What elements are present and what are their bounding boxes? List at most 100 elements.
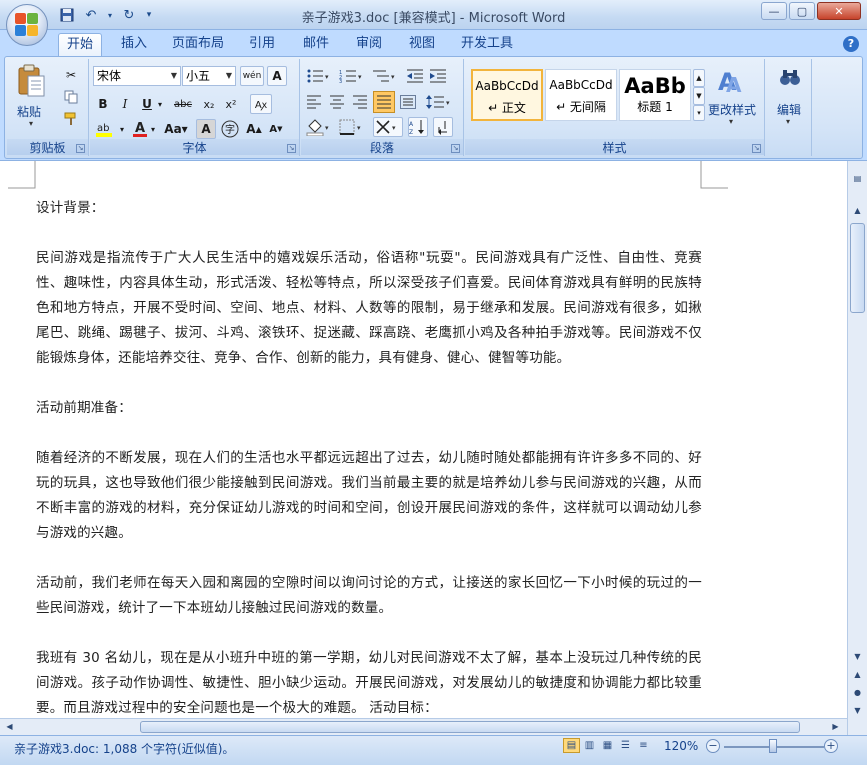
clear-formatting-icon[interactable]: Aꭗ	[250, 94, 272, 114]
distributed-icon[interactable]	[398, 92, 418, 112]
highlight-dropdown-icon[interactable]: ▾	[117, 119, 127, 139]
superscript-icon[interactable]: x²	[221, 94, 241, 114]
tab-review[interactable]: 审阅	[347, 33, 391, 56]
bullets-icon[interactable]: ▾	[304, 66, 334, 86]
tab-view[interactable]: 视图	[400, 33, 444, 56]
borders-icon[interactable]: ▾	[337, 117, 367, 137]
close-button[interactable]: ✕	[817, 2, 861, 20]
zoom-out-icon[interactable]: −	[706, 739, 720, 753]
zoom-in-icon[interactable]: +	[824, 739, 838, 753]
svg-text:▾: ▾	[392, 124, 396, 132]
font-color-dropdown-icon[interactable]: ▾	[148, 119, 158, 139]
change-styles-label[interactable]: 更改样式	[708, 101, 756, 118]
font-launcher-icon[interactable]: ↘	[287, 144, 296, 153]
style-no-spacing-name: ↵ 无间隔	[556, 100, 606, 114]
underline-dropdown-icon[interactable]: ▾	[155, 94, 165, 114]
styles-scroll-down-icon[interactable]: ▼	[693, 87, 705, 105]
tab-mailings[interactable]: 邮件	[294, 33, 338, 56]
phonetic-guide-icon[interactable]: wén	[240, 66, 264, 86]
style-normal[interactable]: AaBbCcDd ↵ 正文	[471, 69, 543, 121]
help-icon[interactable]: ?	[843, 36, 859, 52]
font-color-icon[interactable]: A	[130, 119, 150, 139]
style-no-spacing[interactable]: AaBbCcDd ↵ 无间隔	[545, 69, 617, 121]
document-area[interactable]: 设计背景： 民间游戏是指流传于广大人民生活中的嬉戏娱乐活动，俗语称"玩耍"。民间…	[0, 160, 867, 735]
select-browse-object-icon[interactable]: ●	[850, 685, 865, 700]
paste-icon[interactable]	[13, 63, 49, 99]
horizontal-scroll-thumb[interactable]	[140, 721, 800, 733]
cut-icon[interactable]: ✂	[61, 65, 81, 85]
copy-icon[interactable]	[61, 87, 81, 107]
change-styles-icon[interactable]: AA	[715, 65, 747, 97]
paste-label[interactable]: 粘贴	[17, 103, 41, 120]
scroll-down-icon[interactable]: ▼	[850, 649, 865, 664]
character-border-icon[interactable]: A	[267, 66, 287, 86]
change-case-icon[interactable]: Aa▾	[162, 119, 190, 139]
full-screen-reading-icon[interactable]: ▥	[581, 738, 598, 753]
decrease-indent-icon[interactable]	[405, 66, 425, 86]
shading-icon[interactable]: ▾	[304, 117, 334, 137]
paste-dropdown-icon[interactable]: ▾	[29, 119, 33, 128]
font-size-dropdown[interactable]: 小五 ▼	[182, 66, 236, 86]
next-page-icon[interactable]: ▼	[850, 703, 865, 718]
strikethrough-icon[interactable]: abc	[170, 94, 196, 114]
align-center-icon[interactable]	[327, 92, 347, 112]
align-right-icon[interactable]	[350, 92, 370, 112]
scroll-left-icon[interactable]: ◀	[2, 720, 17, 734]
zoom-slider-thumb[interactable]	[769, 739, 777, 753]
style-heading-1[interactable]: AaBb 标题 1	[619, 69, 691, 121]
change-styles-dropdown-icon[interactable]: ▾	[729, 117, 733, 126]
print-layout-icon[interactable]: ▤	[563, 738, 580, 753]
editing-label[interactable]: 编辑	[777, 101, 801, 118]
numbering-icon[interactable]: 1 2 3 ▾	[337, 66, 367, 86]
chinese-layout-icon[interactable]: ▾	[373, 117, 403, 137]
phonetic-guide-label: wén	[242, 71, 262, 81]
text-highlight-icon[interactable]: ab	[93, 119, 119, 139]
tab-developer[interactable]: 开发工具	[452, 33, 522, 56]
shrink-font-icon[interactable]: A ▼	[266, 119, 286, 139]
horizontal-scrollbar[interactable]: ◀ ▶	[0, 718, 847, 735]
justify-icon[interactable]	[373, 91, 395, 113]
office-button[interactable]	[6, 4, 48, 46]
font-name-dropdown[interactable]: 宋体 ▼	[93, 66, 181, 86]
maximize-button[interactable]: ▢	[789, 2, 815, 20]
editing-dropdown-icon[interactable]: ▾	[786, 117, 790, 126]
sort-icon[interactable]: AZ	[408, 117, 428, 137]
document-word-count[interactable]: 亲子游戏3.doc: 1,088 个字符(近似值)。	[14, 740, 234, 757]
character-shading-icon[interactable]: A	[196, 119, 216, 139]
scroll-up-icon[interactable]: ▲	[850, 203, 865, 218]
vertical-scroll-thumb[interactable]	[850, 223, 865, 313]
increase-indent-icon[interactable]	[428, 66, 448, 86]
paragraph-launcher-icon[interactable]: ↘	[451, 144, 460, 153]
clipboard-launcher-icon[interactable]: ↘	[76, 144, 85, 153]
underline-icon[interactable]: U	[137, 94, 157, 114]
enclose-characters-icon[interactable]: 字	[220, 119, 240, 139]
tab-insert[interactable]: 插入	[112, 33, 156, 56]
tab-references[interactable]: 引用	[240, 33, 284, 56]
grow-font-icon[interactable]: A ▲	[244, 119, 264, 139]
italic-icon[interactable]: I	[115, 94, 135, 114]
document-body[interactable]: 设计背景： 民间游戏是指流传于广大人民生活中的嬉戏娱乐活动，俗语称"玩耍"。民间…	[36, 196, 702, 735]
bold-icon[interactable]: B	[93, 94, 113, 114]
ruler-toggle-icon[interactable]: ▤	[850, 171, 865, 186]
binoculars-icon[interactable]	[778, 65, 802, 89]
outline-icon[interactable]: ☰	[617, 738, 634, 753]
styles-launcher-icon[interactable]: ↘	[752, 144, 761, 153]
align-left-icon[interactable]	[304, 92, 324, 112]
minimize-button[interactable]: —	[761, 2, 787, 20]
svg-text:▾: ▾	[446, 99, 450, 107]
tab-home[interactable]: 开始	[58, 33, 102, 56]
show-marks-icon[interactable]	[433, 117, 453, 137]
format-painter-icon[interactable]	[61, 109, 81, 129]
styles-more-icon[interactable]: ▾	[693, 105, 705, 121]
zoom-level[interactable]: 120%	[664, 739, 698, 753]
previous-page-icon[interactable]: ▲	[850, 667, 865, 682]
styles-scroll-up-icon[interactable]: ▲	[693, 69, 705, 87]
subscript-icon[interactable]: x₂	[199, 94, 219, 114]
multilevel-list-icon[interactable]: ▾	[370, 66, 400, 86]
vertical-scrollbar[interactable]: ▤ ▲ ▼ ▲ ● ▼	[847, 161, 867, 735]
line-spacing-icon[interactable]: ▾	[424, 92, 454, 112]
scroll-right-icon[interactable]: ▶	[828, 720, 843, 734]
web-layout-icon[interactable]: ▦	[599, 738, 616, 753]
draft-icon[interactable]: ≡	[635, 738, 652, 753]
tab-page-layout[interactable]: 页面布局	[165, 33, 231, 56]
